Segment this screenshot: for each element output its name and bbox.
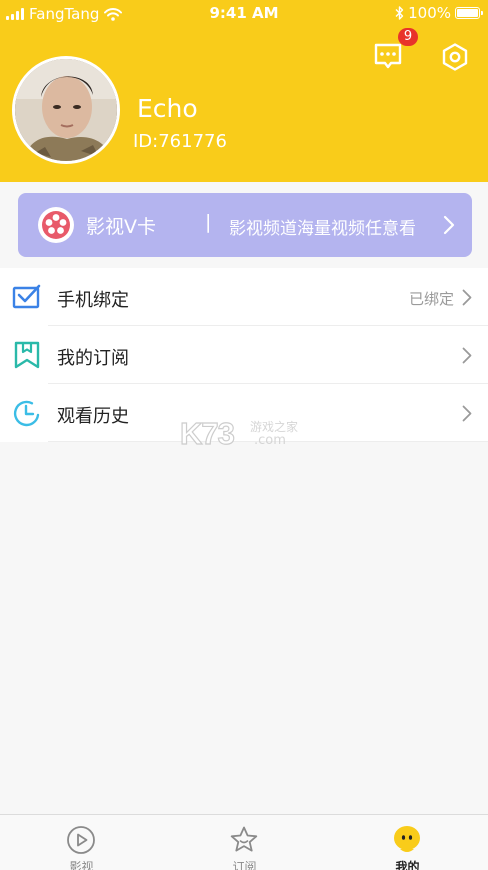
user-id: ID:761776 [133,131,227,152]
star-icon [230,826,258,852]
play-circle-icon [67,826,95,854]
clock-icon [13,400,40,427]
chevron-right-icon [462,347,472,364]
menu-item-phone-binding[interactable]: 手机绑定 已绑定 [0,268,488,326]
status-bar: FangTang 9:41 AM 100% [0,0,488,28]
bottom-tab-bar: 影视 订阅 我的 [0,814,488,870]
menu-item-value: 已绑定 [408,290,454,308]
tab-subscriptions[interactable]: 订阅 [163,815,326,870]
menu-item-label: 我的订阅 [57,348,129,369]
avatar-photo [15,59,117,161]
settings-hexagon-icon[interactable] [440,42,470,72]
chevron-right-icon [462,405,472,422]
vip-card-separator: | [205,211,212,233]
watermark-domain: .com [254,433,286,448]
chevron-right-icon [443,215,455,235]
bluetooth-icon [395,6,404,20]
film-reel-icon [38,207,74,243]
k73-watermark: K73 游戏之家 .com [179,415,310,451]
tab-label: 我的 [395,860,420,870]
vip-card-banner[interactable]: 影视V卡 | 影视频道海量视频任意看 [18,193,472,257]
avatar[interactable] [12,56,120,164]
menu-item-label: 观看历史 [57,406,129,427]
mascot-face-icon [394,826,420,852]
battery-group: 100% [395,4,483,22]
profile-header: FangTang 9:41 AM 100% 9 Echo ID:761776 [0,0,488,182]
checkbox-mail-icon [12,284,41,309]
bookmark-icon [14,341,40,369]
vip-card-description: 影视频道海量视频任意看 [229,219,416,239]
tab-label: 订阅 [232,860,257,870]
watermark-brand: K73 [179,415,235,451]
menu-item-subscriptions[interactable]: 我的订阅 [0,326,488,384]
vip-card-title: 影视V卡 [86,216,156,238]
battery-icon [455,7,483,19]
tab-movies[interactable]: 影视 [0,815,163,870]
message-badge: 9 [398,28,418,46]
chevron-right-icon [462,289,472,306]
tab-mine[interactable]: 我的 [326,815,488,870]
username: Echo [137,94,198,123]
battery-percent: 100% [408,4,451,22]
menu-item-label: 手机绑定 [57,290,129,311]
tab-label: 影视 [69,860,94,870]
chat-bubble-icon[interactable] [372,40,404,72]
